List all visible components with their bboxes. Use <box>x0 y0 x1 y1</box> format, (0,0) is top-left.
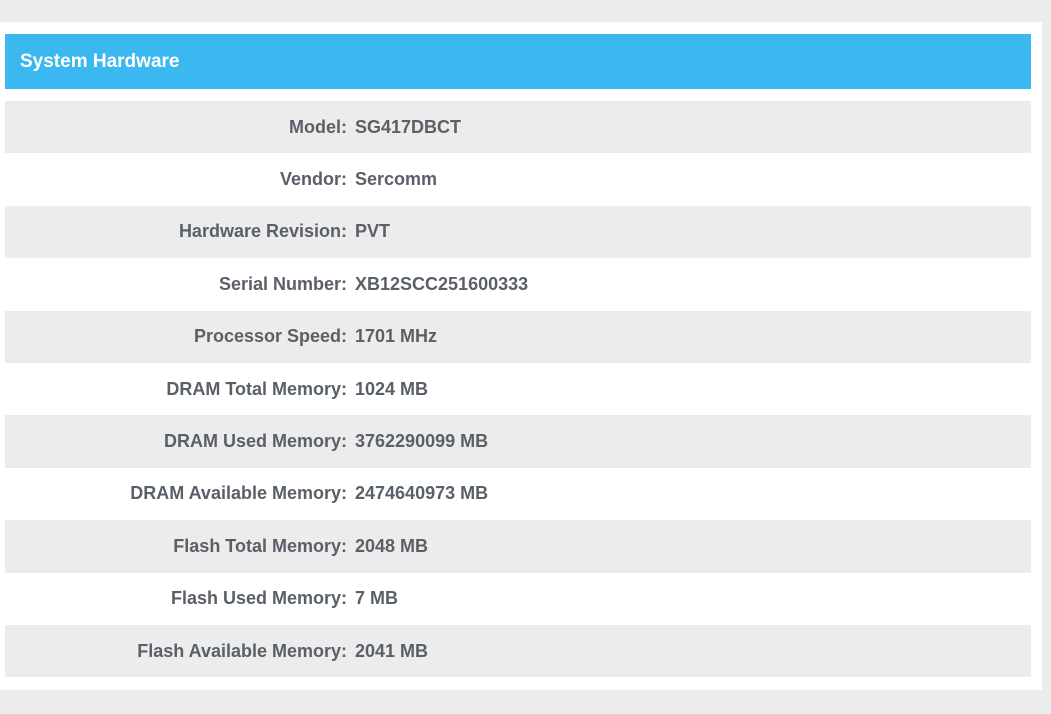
flash-total-memory-value: 2048 MB <box>355 535 429 556</box>
hardware-revision-value: PVT <box>355 221 391 242</box>
dram-available-memory-value: 2474640973 MB <box>355 483 489 504</box>
flash-used-memory-value: 7 MB <box>355 588 399 609</box>
model-value: SG417DBCT <box>355 116 462 137</box>
row-flash-total-memory: Flash Total Memory: 2048 MB <box>5 520 1031 573</box>
model-label: Model: <box>289 116 347 137</box>
row-model: Model: SG417DBCT <box>5 101 1031 154</box>
processor-speed-value: 1701 MHz <box>355 326 438 347</box>
row-flash-used-memory: Flash Used Memory: 7 MB <box>5 573 1031 625</box>
serial-number-label: Serial Number: <box>218 273 347 294</box>
dram-total-memory-label: DRAM Total Memory: <box>166 378 347 399</box>
section-header: System Hardware <box>5 34 1031 89</box>
hardware-revision-label: Hardware Revision: <box>178 221 347 242</box>
flash-available-memory-value: 2041 MB <box>355 640 429 661</box>
vendor-label: Vendor: <box>279 169 347 190</box>
row-flash-available-memory: Flash Available Memory: 2041 MB <box>5 624 1031 678</box>
dram-used-memory-label: DRAM Used Memory: <box>163 431 347 452</box>
dram-used-memory-value: 3762290099 MB <box>355 431 489 452</box>
dram-total-memory-value: 1024 MB <box>355 378 429 399</box>
row-dram-used-memory: DRAM Used Memory: 3762290099 MB <box>5 415 1031 468</box>
vendor-value: Sercomm <box>355 169 438 190</box>
dram-available-memory-label: DRAM Available Memory: <box>130 483 347 504</box>
flash-available-memory-label: Flash Available Memory: <box>137 640 347 661</box>
row-serial-number: Serial Number: XB12SCC251600333 <box>5 258 1031 310</box>
row-vendor: Vendor: Sercomm <box>5 153 1031 205</box>
serial-number-value: XB12SCC251600333 <box>355 273 529 294</box>
flash-used-memory-label: Flash Used Memory: <box>170 588 347 609</box>
flash-total-memory-label: Flash Total Memory: <box>173 535 347 556</box>
row-dram-total-memory: DRAM Total Memory: 1024 MB <box>5 363 1031 415</box>
hardware-info-table: Model: SG417DBCT Vendor: Sercomm Hardwar… <box>5 101 1031 678</box>
row-processor-speed: Processor Speed: 1701 MHz <box>5 310 1031 363</box>
row-hardware-revision: Hardware Revision: PVT <box>5 205 1031 259</box>
system-hardware-panel: System Hardware Model: SG417DBCT Vendor:… <box>0 22 1042 690</box>
row-dram-available-memory: DRAM Available Memory: 2474640973 MB <box>5 468 1031 520</box>
processor-speed-label: Processor Speed: <box>193 326 347 347</box>
